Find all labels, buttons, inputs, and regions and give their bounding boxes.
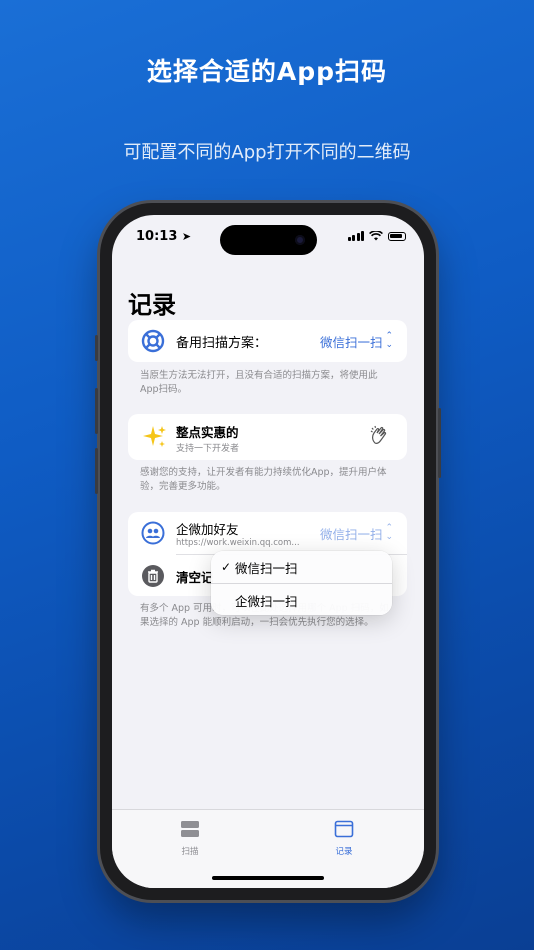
backup-scan-label: 备用扫描方案： [176,335,268,351]
tab-scan-label: 扫描 [181,847,199,857]
backup-scan-card[interactable]: 备用扫描方案： 微信扫一扫 ⌃ ⌄ [128,320,407,362]
camera-icon [295,235,305,245]
clapping-hands-icon [369,425,389,449]
menu-item-label: 微信扫一扫 [235,560,298,576]
battery-icon [388,231,406,241]
tab-records[interactable]: 记录 [314,820,374,857]
scan-tab-icon [181,821,199,837]
page-title: 记录 [128,291,176,319]
signal-icon [347,231,364,241]
support-subtitle: 支持一下开发者 [176,444,240,454]
backup-scan-row[interactable]: 备用扫描方案： 微信扫一扫 ⌃ ⌄ [128,320,407,362]
menu-item-wecom-scan[interactable]: 企微扫一扫 [211,583,392,616]
support-card[interactable]: 整点实惠的 支持一下开发者 [128,414,407,460]
lifebuoy-icon [140,328,166,354]
scan-app-menu: ✓ 微信扫一扫 企微扫一扫 [211,551,392,615]
power-button [438,408,441,478]
chevron-up-down-icon: ⌃ ⌄ [385,331,393,350]
wifi-icon [369,231,383,241]
chevron-up-down-icon: ⌃ ⌄ [385,523,393,542]
menu-item-wechat-scan[interactable]: ✓ 微信扫一扫 [211,551,392,583]
volume-up-button [95,388,98,434]
promo-subline: 可配置不同的App打开不同的二维码 [123,142,411,163]
phone-screen: 10:13 ➤ 记录 备用扫描方案： 微信扫一扫 ⌃ ⌄ 当原生方法无法打开，且… [112,215,424,888]
promo-headline: 选择合适的App扫码 [146,57,388,86]
sparkles-icon [142,424,168,450]
volume-down-button [95,448,98,494]
status-time: 10:13 ➤ [136,229,192,244]
backup-scan-value: 微信扫一扫 [319,334,383,350]
records-tab-icon [334,820,354,838]
clear-records-label: 清空记 [176,569,214,585]
record-url: https://work.weixin.qq.com... [176,538,300,548]
home-indicator[interactable] [212,876,324,880]
tab-bar: 扫描 记录 [112,809,424,888]
menu-item-label: 企微扫一扫 [235,593,298,609]
tab-records-label: 记录 [335,847,353,857]
checkmark-icon: ✓ [221,560,232,574]
support-title: 整点实惠的 [176,425,239,440]
location-arrow-icon: ➤ [181,230,192,243]
tab-scan[interactable]: 扫描 [160,820,220,857]
phone-frame: 10:13 ➤ 记录 备用扫描方案： 微信扫一扫 ⌃ ⌄ 当原生方法无法打开，且… [95,203,441,900]
record-title: 企微加好友 [176,522,239,537]
record-scan-value: 微信扫一扫 [319,526,383,542]
support-note: 感谢您的支持，让开发者有能力持续优化App，提升用户体验，完善更多功能。 [140,467,387,492]
backup-scan-note: 当原生方法无法打开，且没有合适的扫描方案，将使用此App扫码。 [140,370,378,395]
record-row-wecom[interactable]: 企微加好友 https://work.weixin.qq.com... 微信扫一… [128,512,407,554]
status-icons [347,231,406,241]
dynamic-island [220,225,317,255]
silent-switch [95,335,98,361]
contacts-icon [140,520,166,546]
backup-scan-picker[interactable]: 微信扫一扫 ⌃ ⌄ [320,332,393,351]
trash-icon [140,563,166,589]
record-scan-picker[interactable]: 微信扫一扫 ⌃ ⌄ [320,524,393,543]
support-row[interactable]: 整点实惠的 支持一下开发者 [128,414,407,460]
